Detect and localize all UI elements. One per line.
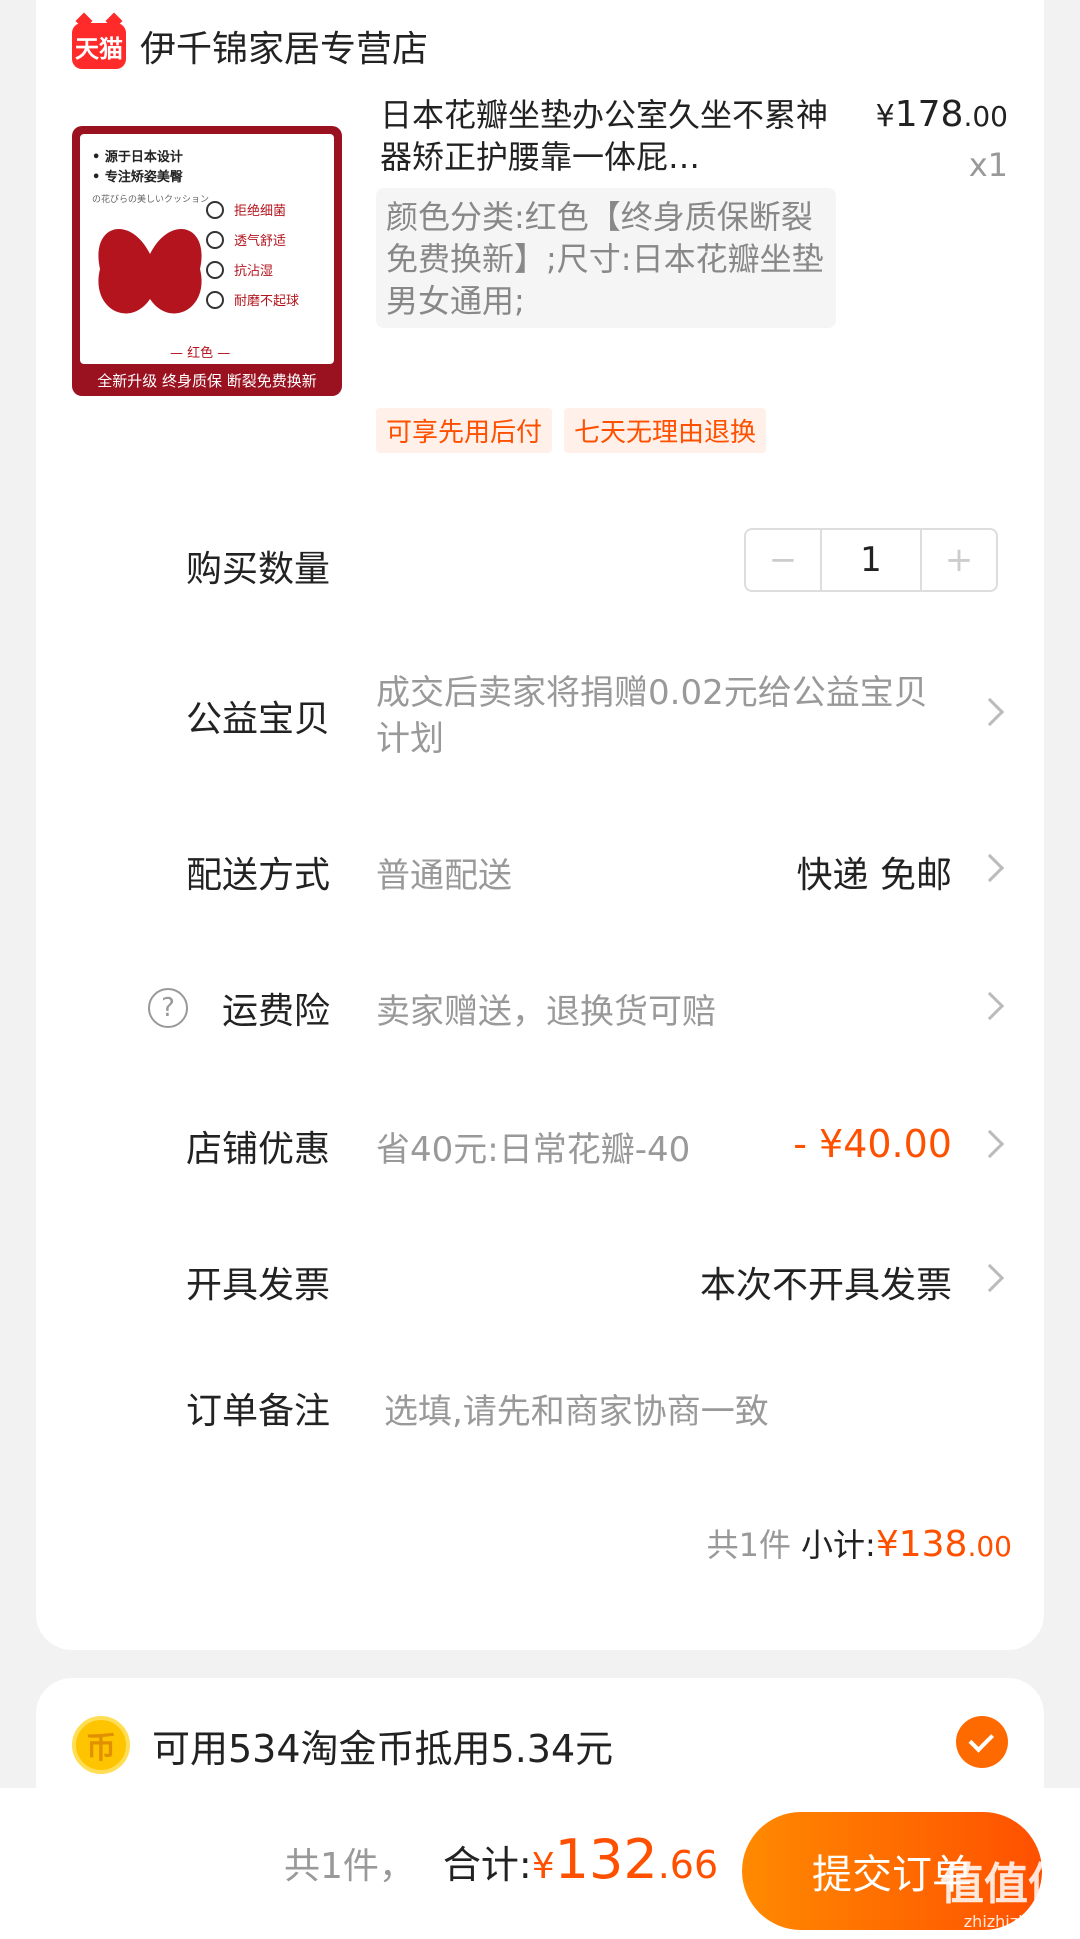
feature-antibacterial: 拒绝细菌 bbox=[206, 200, 286, 219]
order-total: 共1件， 合计: ¥132.66 bbox=[284, 1828, 718, 1891]
chevron-right-icon[interactable] bbox=[975, 1263, 1005, 1293]
total-amount: ¥132.66 bbox=[532, 1828, 718, 1891]
service-tags: 可享先用后付 七天无理由退换 bbox=[376, 408, 778, 453]
store-discount-label: 店铺优惠 bbox=[186, 1129, 331, 1170]
tag-7day-return: 七天无理由退换 bbox=[564, 408, 767, 453]
subtotal-count: 共1件 bbox=[706, 1526, 792, 1564]
subtotal-amount: ¥138.00 bbox=[876, 1524, 1012, 1565]
currency-symbol: ¥ bbox=[875, 99, 895, 134]
chevron-right-icon[interactable] bbox=[975, 853, 1005, 883]
order-note-input[interactable]: 选填,请先和商家协商一致 bbox=[384, 1384, 769, 1433]
currency-symbol: ¥ bbox=[531, 1846, 555, 1887]
store-discount-amount: - ¥40.00 bbox=[793, 1122, 952, 1166]
tmall-logo: 天猫 bbox=[72, 23, 126, 69]
chevron-right-icon[interactable] bbox=[975, 991, 1005, 1021]
product-image[interactable]: • 源于日本设计 • 专注矫姿美臀 の花びらの美しいクッション 拒绝细菌 透气舒… bbox=[72, 126, 342, 396]
cushion-illustration bbox=[98, 228, 202, 314]
subtotal: 共1件 小计: ¥138.00 bbox=[707, 1520, 1012, 1566]
subtotal-label: 小计: bbox=[801, 1526, 876, 1564]
feature-label: 透气舒适 bbox=[234, 234, 287, 249]
image-caption-1: • 源于日本设计 bbox=[92, 150, 183, 165]
quantity-value[interactable]: 1 bbox=[820, 530, 922, 590]
feature-label: 抗沾湿 bbox=[234, 264, 274, 279]
charity-label: 公益宝贝 bbox=[186, 699, 331, 740]
checkout-bar: 共1件， 合计: ¥132.66 提交订单 值值值 zhizhizhi.com bbox=[0, 1788, 1080, 1939]
order-card: 天猫 伊千锦家居专营店 • 源于日本设计 • 专注矫姿美臀 の花びらの美しいクッ… bbox=[36, 0, 1044, 1650]
delivery-value[interactable]: 普通配送 bbox=[376, 848, 512, 897]
increment-button[interactable]: + bbox=[922, 530, 996, 590]
total-integer: 132 bbox=[554, 1828, 658, 1891]
decrement-button[interactable]: − bbox=[746, 530, 820, 590]
sku-selection[interactable]: 颜色分类:红色【终身质保断裂免费换新】;尺寸:日本花瓣坐垫男女通用; bbox=[376, 188, 836, 328]
product-quantity: x1 bbox=[968, 146, 1008, 184]
watermark-logo: 值值值 bbox=[940, 1859, 1072, 1910]
image-caption-jp: の花びらの美しいクッション bbox=[92, 195, 210, 205]
store-name[interactable]: 伊千锦家居专营店 bbox=[140, 20, 428, 72]
total-label: 合计: bbox=[442, 1843, 532, 1887]
total-count: 共1件， bbox=[284, 1846, 415, 1887]
store-header[interactable]: 天猫 伊千锦家居专营店 bbox=[72, 20, 428, 72]
breathable-icon bbox=[206, 230, 224, 249]
help-icon[interactable]: ? bbox=[148, 988, 188, 1028]
subtotal-integer: 138 bbox=[898, 1524, 968, 1565]
antibacterial-icon bbox=[206, 200, 224, 219]
feature-label: 耐磨不起球 bbox=[234, 294, 300, 309]
taobao-coin-icon: 币 bbox=[72, 1716, 130, 1774]
feature-label: 拒绝细菌 bbox=[234, 204, 287, 219]
product-price: ¥178.00 bbox=[876, 94, 1008, 135]
subtotal-decimal: .00 bbox=[967, 1530, 1012, 1563]
feature-breathable: 透气舒适 bbox=[206, 230, 286, 249]
feature-wear-resistant: 耐磨不起球 bbox=[206, 290, 299, 309]
image-footer-banner: 全新升级 终身质保 断裂免费换新 bbox=[97, 371, 317, 390]
coin-checkbox[interactable] bbox=[956, 1716, 1008, 1768]
total-decimal: .66 bbox=[657, 1843, 719, 1887]
product-image-panel: • 源于日本设计 • 专注矫姿美臀 の花びらの美しいクッション 拒绝细菌 透气舒… bbox=[80, 134, 334, 364]
invoice-label: 开具发票 bbox=[186, 1265, 331, 1306]
watermark-url: zhizhizhi.com bbox=[963, 1912, 1072, 1931]
price-integer: 178 bbox=[894, 94, 964, 135]
quantity-label: 购买数量 bbox=[186, 549, 331, 590]
insurance-label: 运费险 bbox=[222, 991, 331, 1032]
image-caption-2: • 专注矫姿美臀 bbox=[92, 170, 183, 185]
price-decimal: .00 bbox=[963, 100, 1008, 133]
order-note-label: 订单备注 bbox=[186, 1391, 331, 1432]
tag-pay-later: 可享先用后付 bbox=[376, 408, 553, 453]
coin-deduction-text: 可用534淘金币抵用5.34元 bbox=[152, 1727, 614, 1771]
delivery-label: 配送方式 bbox=[186, 855, 331, 896]
water-drop-icon bbox=[206, 260, 224, 279]
feature-anti-stain: 抗沾湿 bbox=[206, 260, 273, 279]
delivery-option[interactable]: 快递 免邮 bbox=[797, 846, 952, 898]
store-discount-value[interactable]: 省40元:日常花瓣-40 bbox=[376, 1122, 690, 1171]
chevron-right-icon[interactable] bbox=[975, 1129, 1005, 1159]
image-color-label: — 红色 — bbox=[170, 346, 231, 361]
dots-icon bbox=[206, 290, 224, 309]
watermark: 值值值 zhizhizhi.com bbox=[940, 1848, 1072, 1931]
chevron-right-icon[interactable] bbox=[975, 697, 1005, 727]
charity-value[interactable]: 成交后卖家将捐赠0.02元给公益宝贝计划 bbox=[376, 670, 956, 762]
quantity-stepper[interactable]: − 1 + bbox=[744, 528, 998, 592]
currency-symbol: ¥ bbox=[875, 1524, 899, 1565]
product-title[interactable]: 日本花瓣坐垫办公室久坐不累神器矫正护腰靠一体屁… bbox=[380, 94, 840, 178]
invoice-option[interactable]: 本次不开具发票 bbox=[700, 1256, 952, 1308]
insurance-value[interactable]: 卖家赠送，退换货可赔 bbox=[376, 984, 716, 1033]
